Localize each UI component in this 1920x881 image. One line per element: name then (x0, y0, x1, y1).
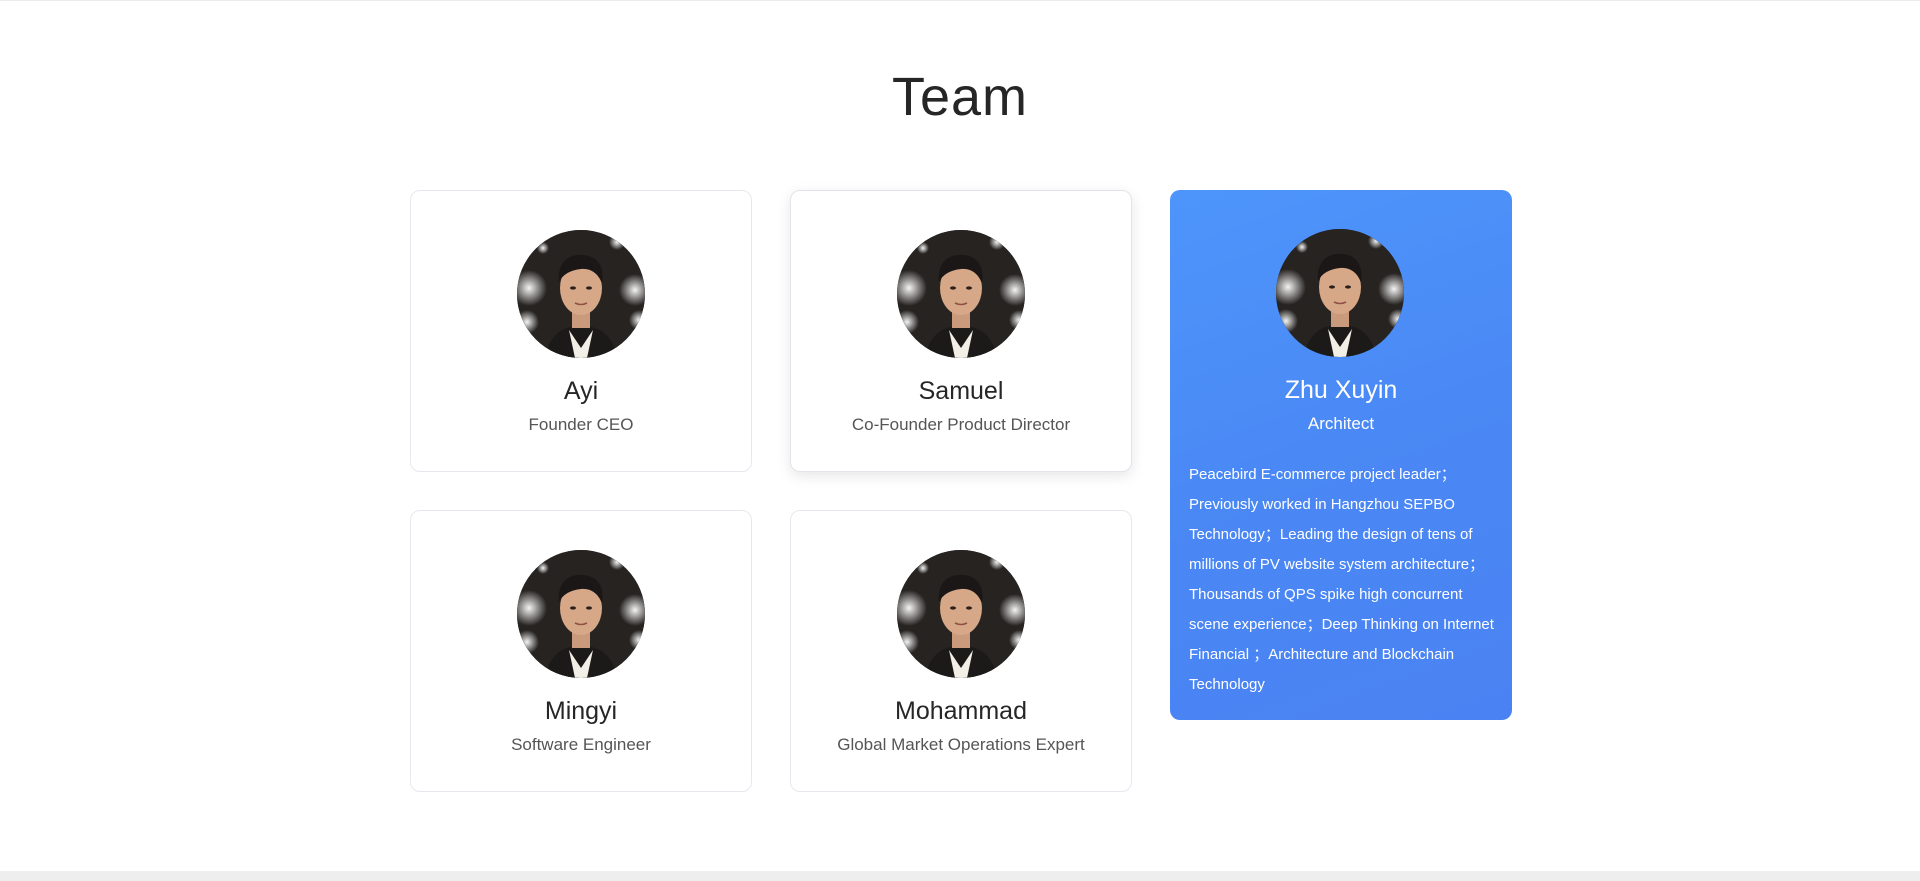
member-name: Samuel (918, 377, 1004, 405)
member-name: Mohammad (895, 697, 1027, 725)
member-name: Ayi (563, 377, 599, 405)
member-role: Software Engineer (511, 735, 651, 754)
avatar (517, 550, 645, 678)
avatar (897, 550, 1025, 678)
member-role: Global Market Operations Expert (837, 735, 1085, 754)
team-card-samuel[interactable]: Samuel Co-Founder Product Director (790, 190, 1132, 472)
avatar (897, 230, 1025, 358)
team-card-mohammad[interactable]: Mohammad Global Market Operations Expert (790, 510, 1132, 792)
member-role: Co-Founder Product Director (851, 415, 1071, 434)
member-name: Zhu Xuyin (1284, 376, 1398, 404)
avatar (517, 230, 645, 358)
team-card-mingyi[interactable]: Mingyi Software Engineer (410, 510, 752, 792)
member-name: Mingyi (544, 697, 618, 725)
member-role: Founder CEO (528, 415, 634, 434)
avatar (1276, 229, 1404, 357)
team-card-zhu-xuyin[interactable]: Zhu Xuyin Architect Peacebird E-commerce… (1170, 190, 1512, 720)
member-bio: Peacebird E-commerce project leader；Prev… (1189, 466, 1494, 693)
footer-band (0, 871, 1920, 881)
top-divider (0, 0, 1920, 1)
section-title: Team (891, 67, 1029, 127)
team-card-ayi[interactable]: Ayi Founder CEO (410, 190, 752, 472)
member-role: Architect (1307, 414, 1375, 433)
